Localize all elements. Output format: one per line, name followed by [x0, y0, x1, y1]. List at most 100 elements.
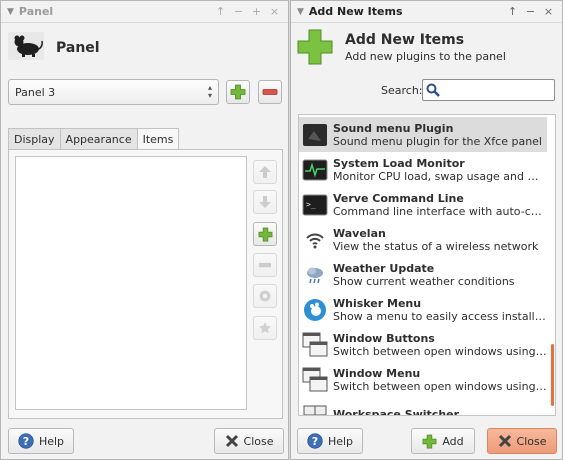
plugin-name: Window Menu	[333, 366, 421, 380]
arrow-down-icon	[259, 196, 271, 208]
svg-text:?: ?	[23, 435, 29, 448]
add-plugin-button[interactable]: Add	[411, 428, 475, 454]
keep-above-button[interactable]: ↑	[505, 5, 520, 18]
plugin-desc: Command line interface with auto-compl..…	[333, 204, 547, 218]
plugin-name: Whisker Menu	[333, 296, 422, 310]
close-window-button[interactable]: ×	[267, 5, 282, 18]
remove-item-button[interactable]	[253, 253, 277, 277]
plugin-name: Workspace Switcher	[333, 408, 460, 416]
plugin-desc: Show a menu to easily access installed a…	[333, 309, 547, 323]
plugin-row-sound-menu[interactable]: Sound menu Plugin Sound menu plugin for …	[299, 117, 547, 152]
search-field[interactable]	[422, 79, 555, 101]
panel-tabs: Display Appearance Items	[8, 128, 180, 150]
plugin-row-workspace-switcher[interactable]: Workspace Switcher	[299, 397, 547, 416]
panel-selector-value: Panel 3	[15, 85, 56, 99]
tab-appearance[interactable]: Appearance	[59, 128, 138, 149]
system-load-icon	[301, 156, 329, 184]
plugin-desc: Show current weather conditions	[333, 274, 515, 288]
plugin-desc: Switch between open windows using a m...	[333, 379, 547, 393]
add-items-header-title: Add New Items	[345, 31, 465, 48]
items-tab-panel	[8, 149, 283, 419]
sound-menu-icon	[301, 121, 329, 149]
minimize-button[interactable]: −	[523, 5, 538, 18]
plugin-name: Wavelan	[333, 226, 386, 240]
plugin-row-window-buttons[interactable]: Window Buttons Switch between open windo…	[299, 327, 547, 362]
minimize-button[interactable]: −	[231, 5, 246, 18]
add-items-window: ▼ Add New Items ↑ − × Add New Items Add …	[290, 0, 563, 460]
add-items-header-subtitle: Add new plugins to the panel	[345, 49, 506, 63]
panel-window-title: Panel	[18, 5, 54, 18]
search-label: Search:	[381, 84, 423, 97]
svg-text:>_: >_	[306, 200, 316, 209]
move-up-button[interactable]	[253, 160, 277, 184]
close-label: Close	[243, 434, 274, 448]
plus-icon	[422, 434, 437, 448]
search-icon	[426, 83, 440, 97]
add-items-help-button[interactable]: ? Help	[297, 428, 363, 454]
plugin-row-verve[interactable]: >_ Verve Command Line Command line inter…	[299, 187, 547, 222]
panel-help-button[interactable]: ? Help	[8, 428, 74, 454]
add-label: Add	[442, 434, 464, 448]
window-buttons-icon	[301, 331, 329, 359]
close-label: Close	[516, 434, 547, 448]
panel-window: ▼ Panel ↑ − + × Panel Panel 3 ▴ ▾ Displa…	[0, 0, 289, 460]
panel-titlebar[interactable]: ▼ Panel ↑ − + ×	[1, 1, 288, 23]
close-window-button[interactable]: ×	[541, 5, 556, 18]
tab-items[interactable]: Items	[136, 128, 180, 150]
panel-header: Panel	[8, 32, 100, 63]
item-about-button[interactable]	[253, 316, 277, 340]
svg-text:?: ?	[312, 435, 318, 448]
plugin-name: Window Buttons	[333, 331, 435, 345]
plugin-row-whisker-menu[interactable]: Whisker Menu Show a menu to easily acces…	[299, 292, 547, 327]
add-item-button[interactable]	[253, 222, 277, 246]
plugin-row-weather[interactable]: Weather Update Show current weather cond…	[299, 257, 547, 292]
tab-display[interactable]: Display	[8, 128, 61, 149]
plugin-desc: Monitor CPU load, swap usage and mem...	[333, 169, 547, 183]
window-menu-caret-icon[interactable]: ▼	[7, 7, 14, 17]
plugin-desc: Switch between open windows using butt..…	[333, 344, 547, 358]
plugin-name: Verve Command Line	[333, 191, 464, 205]
arrow-up-icon	[259, 166, 271, 178]
combo-arrows-icon: ▴ ▾	[207, 83, 212, 100]
plugin-row-window-menu[interactable]: Window Menu Switch between open windows …	[299, 362, 547, 397]
star-icon	[259, 322, 271, 334]
plugin-list-scrollbar[interactable]	[551, 344, 554, 406]
whisker-menu-icon	[301, 296, 329, 324]
xfce-mouse-icon	[8, 32, 44, 63]
terminal-icon: >_	[301, 191, 329, 219]
help-label: Help	[327, 434, 354, 448]
minus-icon	[262, 89, 278, 95]
weather-icon	[301, 261, 329, 289]
panel-items-list[interactable]	[15, 156, 247, 410]
item-properties-button[interactable]	[253, 284, 277, 308]
plugin-row-wavelan[interactable]: Wavelan View the status of a wireless ne…	[299, 222, 547, 257]
help-label: Help	[38, 434, 65, 448]
help-icon: ?	[307, 433, 323, 449]
move-down-button[interactable]	[253, 190, 277, 214]
close-icon	[498, 434, 511, 448]
plugin-name: Sound menu Plugin	[333, 121, 454, 135]
help-icon: ?	[18, 433, 34, 449]
maximize-button[interactable]: +	[249, 5, 264, 18]
wifi-icon	[301, 226, 329, 254]
plugin-row-system-load[interactable]: System Load Monitor Monitor CPU load, sw…	[299, 152, 547, 187]
add-panel-button[interactable]	[226, 80, 250, 104]
workspace-switcher-icon	[301, 401, 329, 415]
gear-icon	[259, 290, 271, 302]
plus-icon	[230, 84, 246, 100]
large-plus-icon	[297, 29, 333, 65]
add-items-close-button[interactable]: Close	[487, 428, 557, 454]
panel-selector-combo[interactable]: Panel 3 ▴ ▾	[8, 79, 219, 105]
plugin-desc: Sound menu plugin for the Xfce panel	[333, 134, 542, 148]
plugin-list[interactable]: Sound menu Plugin Sound menu plugin for …	[298, 114, 556, 416]
add-items-titlebar[interactable]: ▼ Add New Items ↑ − ×	[291, 1, 562, 23]
remove-panel-button[interactable]	[258, 80, 282, 104]
panel-header-title: Panel	[56, 39, 100, 56]
panel-close-button[interactable]: Close	[214, 428, 284, 454]
add-items-header: Add New Items Add new plugins to the pan…	[297, 29, 506, 65]
minus-icon	[258, 262, 272, 268]
window-menu-icon	[301, 366, 329, 394]
keep-above-button[interactable]: ↑	[213, 5, 228, 18]
window-menu-caret-icon[interactable]: ▼	[297, 7, 304, 17]
plugin-desc: View the status of a wireless network	[333, 239, 539, 253]
